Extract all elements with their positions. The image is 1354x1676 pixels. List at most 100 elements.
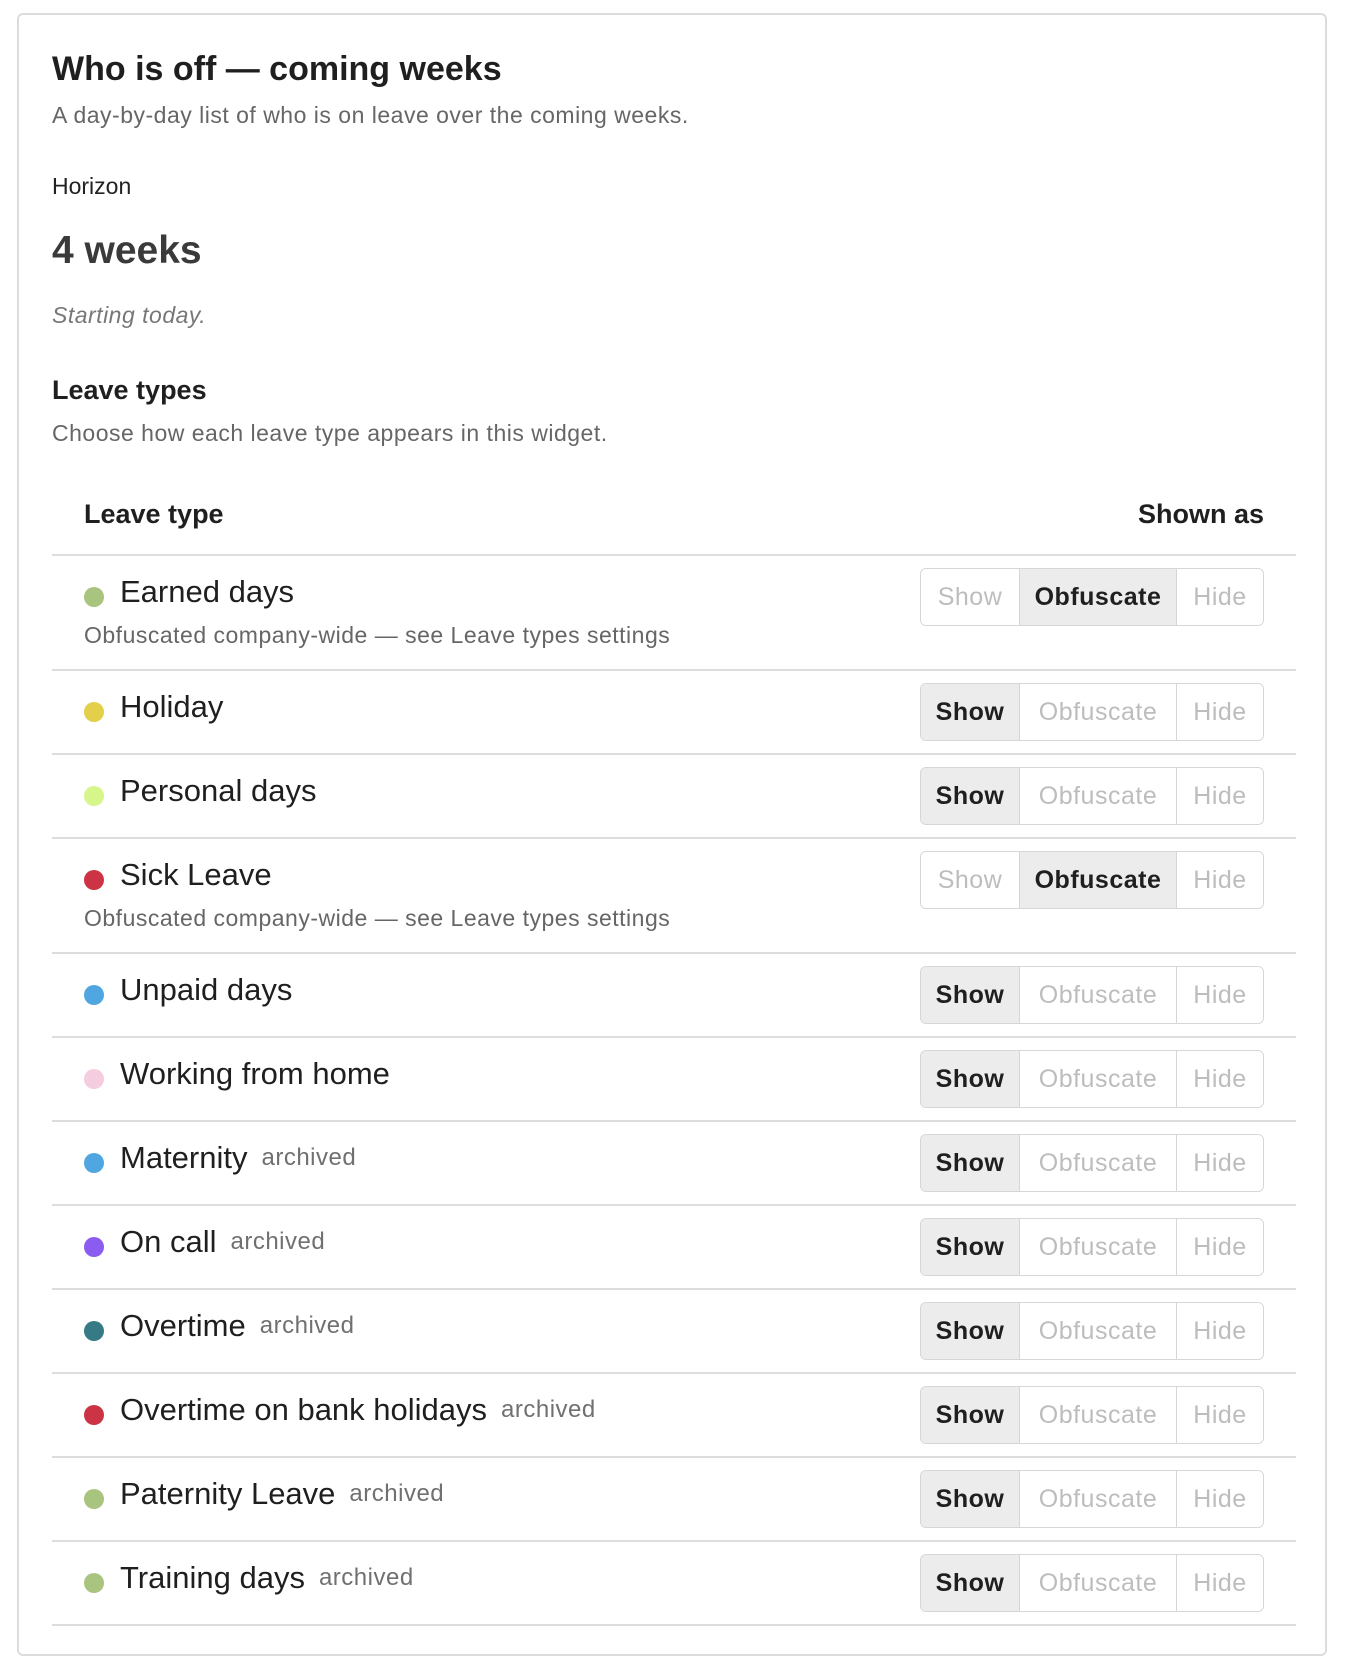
archived-tag: archived [349,1480,445,1507]
leave-color-dot [84,786,104,806]
option-obfuscate-button[interactable]: Obfuscate [1019,1135,1176,1191]
option-obfuscate-button[interactable]: Obfuscate [1019,967,1176,1023]
option-hide-button[interactable]: Hide [1176,684,1263,740]
option-obfuscate-button: Obfuscate [1019,852,1176,908]
leave-type-label: Sick Leave [120,857,272,892]
table-row: Maternity archived Show Obfuscate Hide [52,1122,1296,1206]
leave-color-dot [84,1405,104,1425]
leave-type-name: Paternity Leave archived [120,1476,444,1512]
option-hide-button[interactable]: Hide [1176,1135,1263,1191]
option-obfuscate-button[interactable]: Obfuscate [1019,684,1176,740]
leave-color-dot [84,1069,104,1089]
horizon-note: Starting today. [52,302,207,328]
leave-type-name: Working from home [120,1056,390,1092]
option-show-button[interactable]: Show [921,967,1019,1023]
option-hide-button[interactable]: Hide [1176,1051,1263,1107]
leave-types-title: Leave types [52,375,207,405]
leave-type-name: Training days archived [120,1560,414,1596]
option-obfuscate-button[interactable]: Obfuscate [1019,1219,1176,1275]
option-show-button[interactable]: Show [921,1303,1019,1359]
option-obfuscate-button: Obfuscate [1019,569,1176,625]
option-show-button[interactable]: Show [921,1219,1019,1275]
horizon-value[interactable]: 4 weeks [52,229,202,273]
option-obfuscate-button[interactable]: Obfuscate [1019,1471,1176,1527]
leave-color-dot [84,587,104,607]
table-row: Paternity Leave archived Show Obfuscate Hide [52,1458,1296,1542]
leave-color-dot [84,985,104,1005]
leave-color-dot [84,1153,104,1173]
leave-type-label: Earned days [120,574,295,609]
shown-as-toggle: Show Obfuscate Hide [920,851,1264,909]
option-hide-button[interactable]: Hide [1176,1219,1263,1275]
option-show-button[interactable]: Show [921,768,1019,824]
column-header-leave-type: Leave type [84,499,224,529]
option-show-button[interactable]: Show [921,1387,1019,1443]
option-show-button[interactable]: Show [921,1555,1019,1611]
leave-color-dot [84,702,104,722]
table-row: Holiday Show Obfuscate Hide [52,671,1296,755]
leave-type-name: Personal days [120,773,316,809]
table-row: Sick Leave Obfuscated company-wide — see … [52,839,1296,954]
option-show-button[interactable]: Show [921,684,1019,740]
option-hide-button: Hide [1176,569,1263,625]
option-show-button[interactable]: Show [921,1471,1019,1527]
option-show-button[interactable]: Show [921,1135,1019,1191]
option-obfuscate-button[interactable]: Obfuscate [1019,1387,1176,1443]
widget-settings-card: Who is off — coming weeks A day-by-day l… [17,13,1327,1656]
table-header: Leave type Shown as [52,485,1296,556]
leave-type-name: Sick Leave [120,857,272,893]
option-obfuscate-button[interactable]: Obfuscate [1019,1303,1176,1359]
leave-type-note: Obfuscated company-wide — see Leave type… [84,905,671,931]
leave-type-label: Personal days [120,773,317,808]
shown-as-toggle: Show Obfuscate Hide [920,683,1264,741]
leave-type-name: Earned days [120,574,294,610]
option-obfuscate-button[interactable]: Obfuscate [1019,768,1176,824]
shown-as-toggle: Show Obfuscate Hide [920,568,1264,626]
leave-type-label: Overtime [120,1308,246,1343]
option-show-button: Show [921,569,1019,625]
option-hide-button[interactable]: Hide [1176,768,1263,824]
table-row: Unpaid days Show Obfuscate Hide [52,954,1296,1038]
leave-type-label: On call [120,1224,217,1259]
shown-as-toggle: Show Obfuscate Hide [920,767,1264,825]
table-row: Personal days Show Obfuscate Hide [52,755,1296,839]
option-hide-button[interactable]: Hide [1176,1387,1263,1443]
shown-as-toggle: Show Obfuscate Hide [920,1554,1264,1612]
shown-as-toggle: Show Obfuscate Hide [920,966,1264,1024]
shown-as-toggle: Show Obfuscate Hide [920,1218,1264,1276]
leave-types-table: Leave type Shown as Earned days Obfuscate… [52,485,1296,1626]
option-hide-button[interactable]: Hide [1176,967,1263,1023]
leave-type-name: Holiday [120,689,223,725]
shown-as-toggle: Show Obfuscate Hide [920,1134,1264,1192]
leave-type-label: Training days [120,1560,305,1595]
option-obfuscate-button[interactable]: Obfuscate [1019,1051,1176,1107]
option-hide-button[interactable]: Hide [1176,1471,1263,1527]
leave-color-dot [84,870,104,890]
leave-type-label: Holiday [120,689,224,724]
archived-tag: archived [501,1396,596,1423]
leave-color-dot [84,1237,104,1257]
leave-type-label: Unpaid days [120,972,293,1007]
option-hide-button[interactable]: Hide [1176,1303,1263,1359]
leave-type-name: On call archived [120,1224,325,1260]
leave-type-label: Paternity Leave [120,1476,336,1511]
shown-as-toggle: Show Obfuscate Hide [920,1470,1264,1528]
leave-types-description: Choose how each leave type appears in th… [52,420,608,446]
leave-type-label: Maternity [120,1140,248,1175]
option-obfuscate-button[interactable]: Obfuscate [1019,1555,1176,1611]
leave-color-dot [84,1489,104,1509]
page-title: Who is off — coming weeks [52,50,502,88]
table-row: Overtime on bank holidays archived Show Obf… [52,1374,1296,1458]
shown-as-toggle: Show Obfuscate Hide [920,1386,1264,1444]
leave-type-label: Overtime on bank holidays [120,1392,488,1427]
table-row: Training days archived Show Obfuscate Hide [52,1542,1296,1626]
leave-color-dot [84,1321,104,1341]
option-hide-button[interactable]: Hide [1176,1555,1263,1611]
horizon-label: Horizon [52,173,132,199]
archived-tag: archived [261,1144,357,1171]
leave-type-label: Working from home [120,1056,390,1091]
archived-tag: archived [230,1228,326,1255]
table-row: On call archived Show Obfuscate Hide [52,1206,1296,1290]
option-show-button[interactable]: Show [921,1051,1019,1107]
table-row: Overtime archived Show Obfuscate Hide [52,1290,1296,1374]
